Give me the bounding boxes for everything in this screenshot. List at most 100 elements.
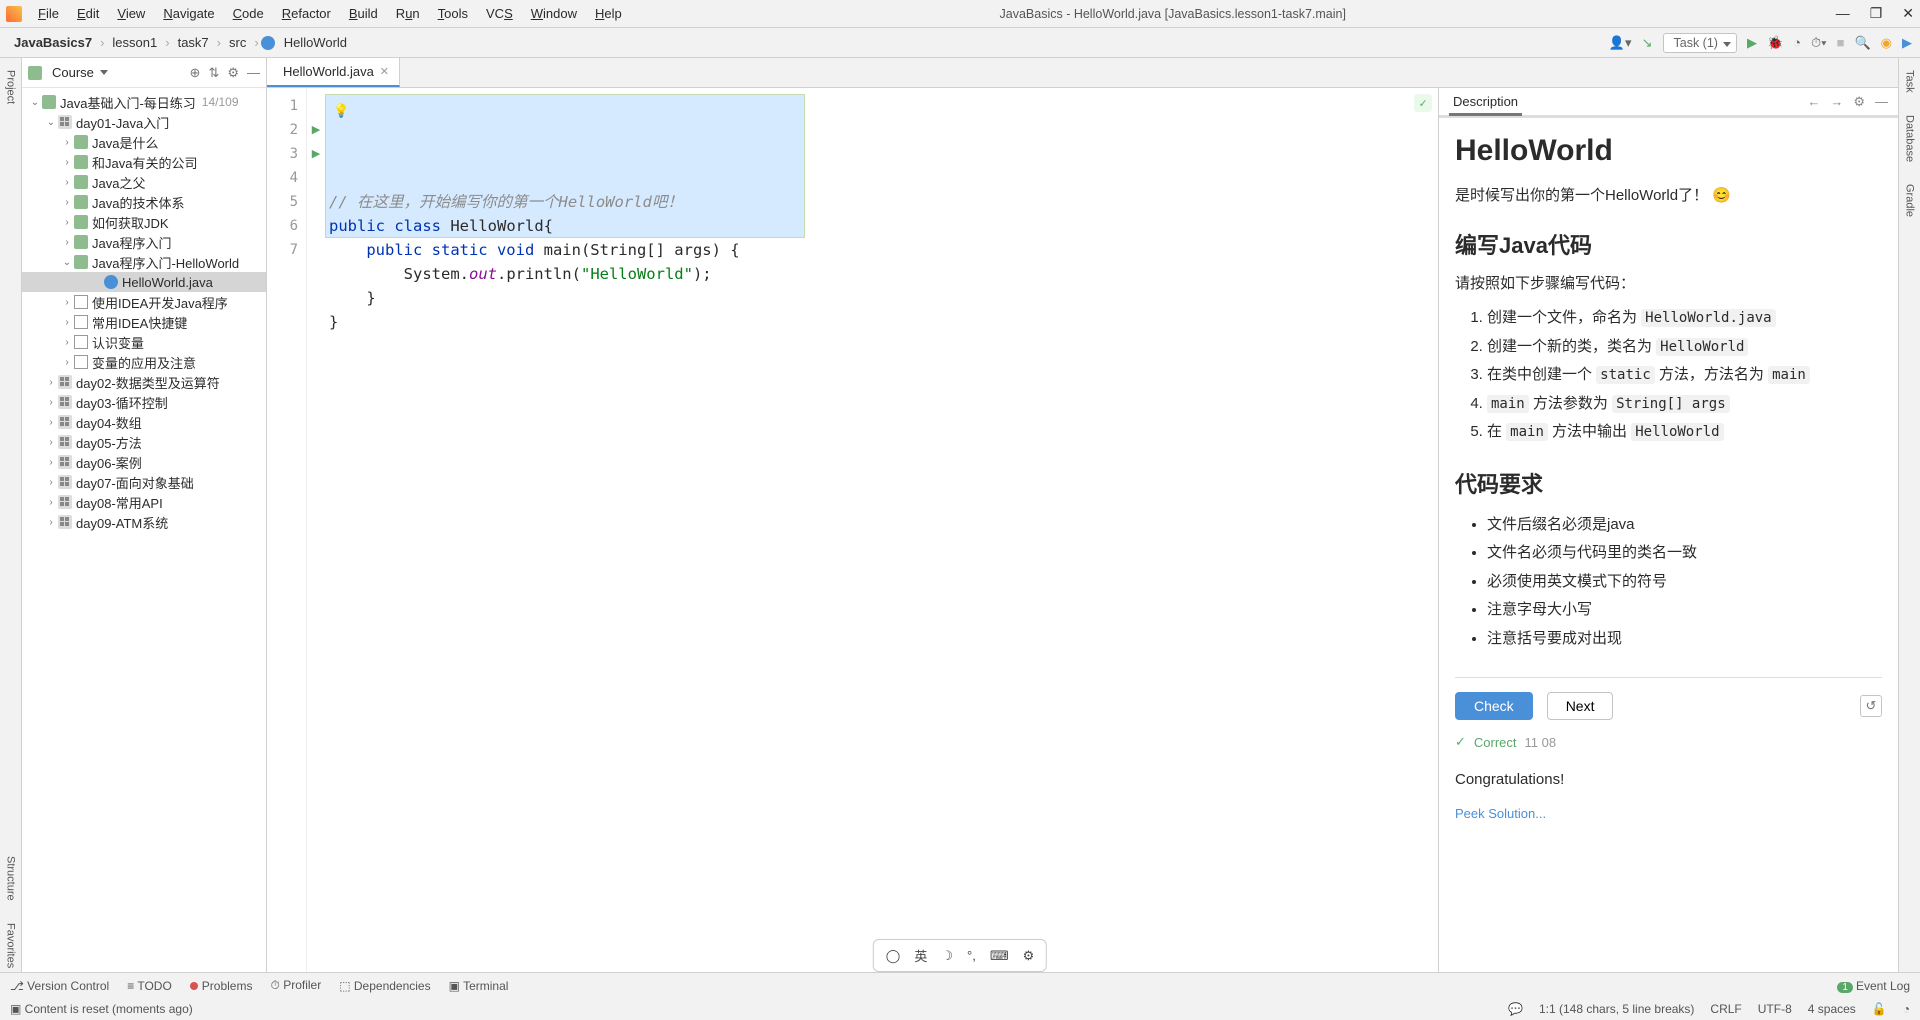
tree-item[interactable]: 认识变量 xyxy=(22,332,266,352)
tool-todo[interactable]: ≡ TODO xyxy=(127,979,172,993)
tree-day[interactable]: day02-数据类型及运算符 xyxy=(22,372,266,392)
caret-pos[interactable]: 1:1 (148 chars, 5 line breaks) xyxy=(1539,1002,1694,1016)
minimize-icon[interactable]: — xyxy=(1836,5,1850,22)
crumb-2[interactable]: task7 xyxy=(172,33,215,52)
tree-day[interactable]: day03-循环控制 xyxy=(22,392,266,412)
crumb-3[interactable]: src xyxy=(223,33,252,52)
code-editor[interactable]: 💡 ✓ // 在这里，开始编写你的第一个HelloWorld吧！ public … xyxy=(325,88,1438,972)
ide-scripting-icon[interactable]: ◉ xyxy=(1881,35,1892,51)
menu-window[interactable]: Window xyxy=(523,3,585,24)
debug-icon[interactable]: 🐞 xyxy=(1767,35,1783,51)
tree-root[interactable]: Java基础入门-每日练习14/109 xyxy=(22,92,266,112)
tree-hw-file[interactable]: HelloWorld.java xyxy=(22,272,266,292)
locate-icon[interactable]: ⊕ xyxy=(190,65,201,81)
menu-view[interactable]: View xyxy=(109,3,153,24)
tree-item[interactable]: Java的技术体系 xyxy=(22,192,266,212)
tree-day[interactable]: day04-数组 xyxy=(22,412,266,432)
tool-structure[interactable]: Structure xyxy=(5,852,17,905)
ime-punct-icon[interactable]: °, xyxy=(967,948,976,963)
next-button[interactable]: Next xyxy=(1547,692,1614,720)
profile-icon[interactable]: ⏱▾ xyxy=(1811,35,1827,51)
tree-item[interactable]: 使用IDEA开发Java程序 xyxy=(22,292,266,312)
menu-edit[interactable]: Edit xyxy=(69,3,107,24)
tool-gradle[interactable]: Gradle xyxy=(1904,180,1916,221)
description-content[interactable]: HelloWorld 是时候写出你的第一个HelloWorld了！ 😊 编写Ja… xyxy=(1439,118,1898,972)
menu-file[interactable]: FFileile xyxy=(30,3,67,24)
tool-eventlog[interactable]: 1Event Log xyxy=(1837,979,1910,993)
tool-terminal[interactable]: ▣ Terminal xyxy=(449,979,509,993)
course-dropdown[interactable]: Course xyxy=(46,63,114,82)
tree-item[interactable]: 变量的应用及注意 xyxy=(22,352,266,372)
hide-panel-icon[interactable]: — xyxy=(1875,94,1888,110)
ime-gear-icon[interactable]: ⚙ xyxy=(1023,948,1035,964)
tool-database[interactable]: Database xyxy=(1904,111,1916,166)
menu-tools[interactable]: Tools xyxy=(430,3,476,24)
settings-icon[interactable]: ⚙ xyxy=(227,65,239,81)
inspection-ok-icon[interactable]: ✓ xyxy=(1414,94,1432,112)
tool-deps[interactable]: ⬚ Dependencies xyxy=(339,979,430,993)
tool-project[interactable]: Project xyxy=(5,66,17,108)
menu-build[interactable]: Build xyxy=(341,3,386,24)
crumb-4[interactable]: HelloWorld xyxy=(278,33,353,52)
tool-favorites[interactable]: Favorites xyxy=(5,919,17,972)
mem-icon[interactable]: ◔ xyxy=(1903,1002,1910,1016)
menu-refactor[interactable]: Refactor xyxy=(274,3,339,24)
reset-icon[interactable]: ↺ xyxy=(1860,695,1882,717)
check-button[interactable]: Check xyxy=(1455,692,1533,720)
ime-keyboard-icon[interactable]: ⌨ xyxy=(990,948,1009,964)
tool-profiler[interactable]: ⏱ Profiler xyxy=(270,978,321,993)
coverage-icon[interactable]: ◔ xyxy=(1793,35,1801,50)
ime-moon-icon[interactable]: ☽ xyxy=(941,948,953,964)
task-selector[interactable]: Task (1) xyxy=(1663,33,1737,53)
ime-logo-icon[interactable]: ◯ xyxy=(886,948,901,964)
tree-item[interactable]: 常用IDEA快捷键 xyxy=(22,312,266,332)
maximize-icon[interactable]: ❐ xyxy=(1870,5,1883,22)
learn-icon[interactable]: ▶ xyxy=(1902,35,1912,51)
run-main-icon[interactable]: ▶ xyxy=(307,142,325,166)
menu-vcs[interactable]: VCS xyxy=(478,3,521,24)
tool-problems[interactable]: Problems xyxy=(190,979,253,993)
menu-help[interactable]: Help xyxy=(587,3,630,24)
ime-lang[interactable]: 英 xyxy=(914,946,927,965)
tree-day[interactable]: day07-面向对象基础 xyxy=(22,472,266,492)
menu-navigate[interactable]: Navigate xyxy=(155,3,222,24)
menu-code[interactable]: Code xyxy=(225,3,272,24)
crumb-project[interactable]: JavaBasics7 xyxy=(8,33,98,52)
menu-run[interactable]: Run xyxy=(388,3,428,24)
tree-day[interactable]: day05-方法 xyxy=(22,432,266,452)
line-sep[interactable]: CRLF xyxy=(1710,1002,1741,1016)
tree-day[interactable]: day06-案例 xyxy=(22,452,266,472)
sync-icon[interactable]: ↘ xyxy=(1642,35,1653,51)
close-icon[interactable]: ✕ xyxy=(1902,5,1914,22)
back-icon[interactable]: ← xyxy=(1807,94,1820,110)
tree-item[interactable]: Java是什么 xyxy=(22,132,266,152)
stop-icon[interactable]: ■ xyxy=(1837,35,1845,50)
forward-icon[interactable]: → xyxy=(1830,94,1843,110)
ime-toolbar[interactable]: ◯ 英 ☽ °, ⌨ ⚙ xyxy=(873,939,1047,972)
user-icon[interactable]: 👤▾ xyxy=(1609,35,1632,51)
run-class-icon[interactable]: ▶ xyxy=(307,118,325,142)
gear-icon[interactable]: ⚙ xyxy=(1853,94,1865,110)
crumb-1[interactable]: lesson1 xyxy=(106,33,163,52)
notif-icon[interactable]: 💬 xyxy=(1508,1002,1523,1016)
editor-tab[interactable]: HelloWorld.java ✕ xyxy=(267,58,400,87)
desc-tab[interactable]: Description xyxy=(1449,90,1522,116)
peek-solution-link[interactable]: Peek Solution... xyxy=(1455,806,1882,821)
hide-icon[interactable]: — xyxy=(247,65,260,81)
collapse-icon[interactable]: ⇅ xyxy=(208,65,219,81)
tree-hw-parent[interactable]: Java程序入门-HelloWorld xyxy=(22,252,266,272)
indent[interactable]: 4 spaces xyxy=(1808,1002,1856,1016)
run-icon[interactable]: ▶ xyxy=(1747,35,1757,51)
tree-item[interactable]: Java程序入门 xyxy=(22,232,266,252)
course-tree[interactable]: Java基础入门-每日练习14/109 day01-Java入门 Java是什么… xyxy=(22,88,266,972)
tool-vcs[interactable]: ⎇ Version Control xyxy=(10,979,109,993)
close-tab-icon[interactable]: ✕ xyxy=(380,65,389,78)
run-gutter[interactable]: ▶▶ xyxy=(307,88,325,972)
tree-day[interactable]: day08-常用API xyxy=(22,492,266,512)
tree-item[interactable]: 和Java有关的公司 xyxy=(22,152,266,172)
readonly-icon[interactable]: 🔓 xyxy=(1872,1002,1887,1016)
intention-bulb-icon[interactable]: 💡 xyxy=(333,100,349,124)
search-icon[interactable]: 🔍 xyxy=(1854,35,1870,51)
encoding[interactable]: UTF-8 xyxy=(1758,1002,1792,1016)
tree-item[interactable]: Java之父 xyxy=(22,172,266,192)
